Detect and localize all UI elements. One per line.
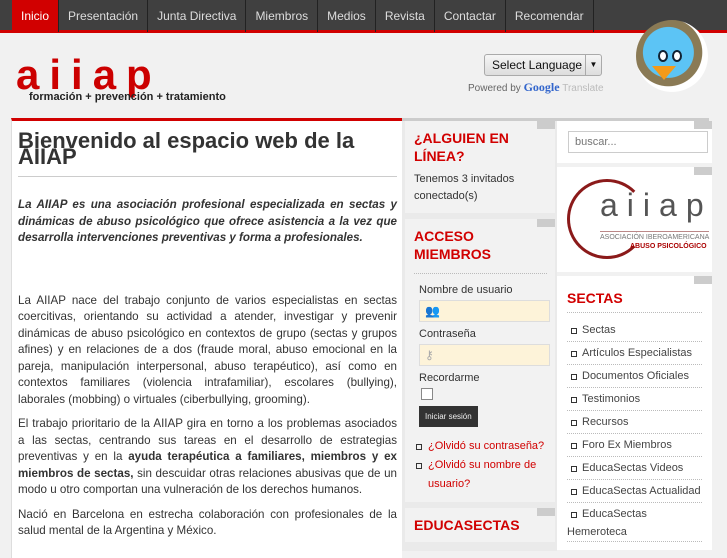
menu-item[interactable]: EducaSectas Actualidad	[567, 480, 702, 503]
language-select-value: Select Language	[492, 58, 583, 72]
forgot-username-link[interactable]: ¿Olvidó su nombre de usuario?	[414, 456, 547, 494]
nav-miembros[interactable]: Miembros	[246, 0, 319, 32]
remember-label: Recordarme	[419, 372, 480, 384]
lead-paragraph: La AIIAP es una asociación profesional e…	[18, 198, 397, 244]
nav-revista[interactable]: Revista	[376, 0, 435, 32]
menu-item[interactable]: Recursos	[567, 411, 702, 434]
middle-sidebar: ¿ALGUIEN EN LÍNEA? Tenemos 3 invitados c…	[402, 121, 557, 551]
top-nav: Inicio Presentación Junta Directiva Miem…	[0, 0, 727, 33]
language-select[interactable]: Select Language ▼	[484, 54, 602, 76]
right-sidebar: aiiapASOCIACIÓN IBEROAMERICANAABUSO PSIC…	[557, 121, 712, 554]
tagline: formación + prevención + tratamiento	[29, 91, 226, 103]
remember-checkbox[interactable]	[421, 388, 433, 400]
paragraph: El trabajo prioritario de la AIIAP gira …	[18, 417, 397, 496]
menu-item[interactable]: EducaSectas Videos	[567, 457, 702, 480]
twitter-bird-icon[interactable]	[636, 20, 708, 92]
main-article: Bienvenido al espacio web de la AIIAP La …	[11, 118, 402, 558]
login-button[interactable]: Iniciar sesión	[419, 406, 478, 427]
powered-by-label: Powered by	[468, 83, 521, 94]
password-label: Contraseña	[419, 328, 476, 340]
key-icon: ⚷	[425, 348, 434, 362]
username-input[interactable]: 👥	[419, 300, 550, 322]
online-module: ¿ALGUIEN EN LÍNEA? Tenemos 3 invitados c…	[405, 121, 555, 213]
nav-junta-directiva[interactable]: Junta Directiva	[148, 0, 247, 32]
menu-item[interactable]: Documentos Oficiales	[567, 365, 702, 388]
powered-by-google: Powered by Google Translate	[468, 80, 604, 95]
nav-presentacion[interactable]: Presentación	[59, 0, 149, 32]
online-count: Tenemos 3 invitados conectado(s)	[414, 173, 515, 202]
menu-item[interactable]: Artículos Especialistas	[567, 342, 702, 365]
google-logo: Google	[523, 80, 560, 94]
nav-contactar[interactable]: Contactar	[435, 0, 506, 32]
nav-medios[interactable]: Medios	[318, 0, 376, 32]
menu-item[interactable]: Foro Ex Miembros	[567, 434, 702, 457]
chevron-down-icon: ▼	[585, 55, 601, 75]
forgot-password-link[interactable]: ¿Olvidó su contraseña?	[414, 437, 547, 456]
module-title: SECTAS	[567, 290, 702, 313]
paragraph: La AIIAP nace del trabajo conjunto de va…	[18, 293, 397, 406]
translate-link[interactable]: Translate	[562, 83, 603, 94]
nav-inicio[interactable]: Inicio	[12, 0, 60, 32]
nav-recomendar[interactable]: Recomendar	[506, 0, 594, 32]
sectas-module: SECTAS Sectas Artículos Especialistas Do…	[557, 276, 712, 550]
password-input[interactable]: ⚷	[419, 344, 550, 366]
menu-item[interactable]: Sectas	[567, 319, 702, 342]
paragraph: Nació en Barcelona en estrecha colaborac…	[18, 507, 397, 538]
login-module: ACCESO MIEMBROS Nombre de usuario 👥 Cont…	[405, 219, 555, 502]
search-input[interactable]	[568, 131, 708, 153]
module-title: EDUCASECTAS	[414, 517, 520, 533]
educasectas-module: EDUCASECTAS	[405, 508, 555, 542]
menu-item[interactable]: Testimonios	[567, 388, 702, 411]
page-title: Bienvenido al espacio web de la AIIAP	[18, 127, 397, 177]
search-module	[557, 121, 712, 163]
username-label: Nombre de usuario	[419, 284, 513, 296]
menu-item[interactable]: EducaSectas Hemeroteca	[567, 503, 702, 542]
user-icon: 👥	[425, 304, 440, 318]
logo-module: aiiap ASOCIACIÓN IBEROAMERICANA ABUSO PSIC…	[557, 167, 712, 272]
module-title: ACCESO MIEMBROS	[414, 227, 547, 274]
aiiap-logo-image[interactable]: aiiap ASOCIACIÓN IBEROAMERICANA ABUSO PSIC…	[567, 171, 712, 268]
module-title: ¿ALGUIEN EN LÍNEA?	[414, 130, 509, 164]
